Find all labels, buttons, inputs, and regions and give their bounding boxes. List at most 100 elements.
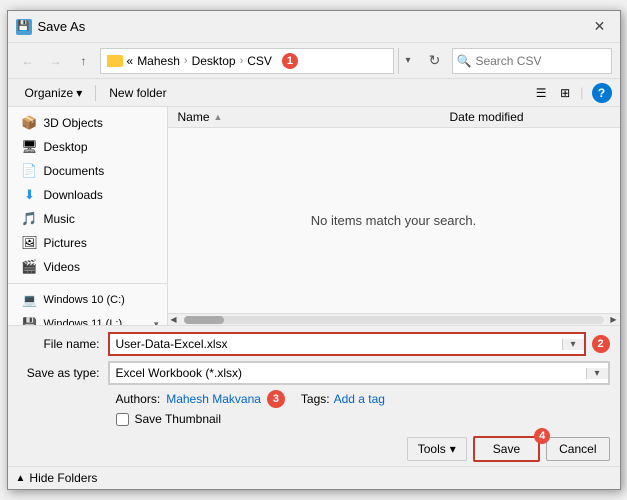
tools-label: Tools — [418, 442, 446, 456]
sidebar-item-3d-objects[interactable]: 📦 3D Objects — [8, 111, 167, 135]
windows10-icon: 💻 — [22, 292, 38, 308]
authors-value[interactable]: Mahesh Makvana — [166, 392, 261, 406]
column-date[interactable]: Date modified — [450, 110, 610, 124]
scroll-right-arrow[interactable]: ▶ — [608, 314, 620, 326]
sort-icon: ▲ — [214, 112, 223, 122]
3d-objects-icon: 📦 — [22, 115, 38, 131]
videos-icon: 🎬 — [22, 259, 38, 275]
scrollbar-track[interactable] — [184, 316, 604, 324]
pictures-icon: 🖼 — [22, 235, 38, 251]
folder-icon — [107, 55, 123, 67]
desktop-icon: 🖥 — [22, 139, 38, 155]
sidebar-label-downloads: Downloads — [44, 188, 103, 202]
thumbnail-checkbox[interactable] — [116, 413, 129, 426]
main-content: 📦 3D Objects 🖥 Desktop 📄 Documents ⬇ Dow… — [8, 107, 620, 325]
sidebar-item-videos[interactable]: 🎬 Videos — [8, 255, 167, 279]
sidebar-label-music: Music — [44, 212, 75, 226]
save-button[interactable]: Save — [473, 436, 540, 462]
column-name-label: Name — [178, 110, 210, 124]
sidebar-item-documents[interactable]: 📄 Documents — [8, 159, 167, 183]
thumbnail-row: Save Thumbnail — [18, 412, 610, 426]
search-input[interactable] — [475, 54, 627, 68]
horizontal-scrollbar[interactable]: ◀ ▶ — [168, 313, 620, 325]
help-button[interactable]: ? — [592, 83, 612, 103]
view-grid-button[interactable]: ⊞ — [554, 82, 576, 104]
organize-button[interactable]: Organize ▾ — [16, 83, 92, 103]
dialog-icon: 💾 — [16, 19, 32, 35]
scrollbar-thumb[interactable] — [184, 316, 224, 324]
tools-chevron: ▾ — [450, 442, 456, 456]
view-separator: | — [580, 85, 583, 100]
close-button[interactable]: ✕ — [588, 15, 612, 39]
filetype-row: Save as type: ▾ — [18, 361, 610, 385]
badge-3: 3 — [267, 390, 285, 408]
hide-folders-bar[interactable]: ▲ Hide Folders — [8, 466, 620, 489]
filename-dropdown-button[interactable]: ▾ — [562, 339, 584, 350]
breadcrumb-csv: CSV — [247, 54, 272, 68]
up-button[interactable]: ↑ — [72, 49, 96, 73]
downloads-icon: ⬇ — [22, 187, 38, 203]
filename-label: File name: — [18, 337, 108, 351]
breadcrumb-sep1: › — [184, 55, 188, 67]
filetype-input-wrap: ▾ — [108, 361, 610, 385]
filetype-input[interactable] — [110, 363, 586, 383]
sidebar-item-desktop[interactable]: 🖥 Desktop — [8, 135, 167, 159]
new-folder-button[interactable]: New folder — [100, 83, 175, 103]
sidebar-item-windows10[interactable]: 💻 Windows 10 (C:) — [8, 288, 167, 312]
tools-button[interactable]: Tools ▾ — [407, 437, 467, 461]
add-tag-link[interactable]: Add a tag — [334, 392, 385, 406]
bottom-section: File name: ▾ 2 Save as type: ▾ Authors: … — [8, 325, 620, 466]
file-list: No items match your search. — [168, 128, 620, 313]
search-box[interactable]: 🔍 — [452, 48, 612, 74]
thumbnail-label[interactable]: Save Thumbnail — [135, 412, 222, 426]
sidebar-label-windows11: Windows 11 (L:) — [44, 318, 123, 325]
forward-button[interactable]: → — [44, 49, 68, 73]
dialog-title: Save As — [38, 19, 86, 34]
sidebar-item-music[interactable]: 🎵 Music — [8, 207, 167, 231]
cancel-button[interactable]: Cancel — [546, 437, 609, 461]
title-bar-left: 💾 Save As — [16, 19, 86, 35]
windows11-icon: 💾 — [22, 316, 38, 325]
documents-icon: 📄 — [22, 163, 38, 179]
breadcrumb-dropdown-button[interactable]: ▾ — [398, 48, 418, 74]
sidebar-label-3d-objects: 3D Objects — [44, 116, 103, 130]
refresh-button[interactable]: ↻ — [422, 48, 448, 74]
meta-row: Authors: Mahesh Makvana 3 Tags: Add a ta… — [18, 390, 610, 408]
badge-2: 2 — [592, 335, 610, 353]
music-icon: 🎵 — [22, 211, 38, 227]
column-date-label: Date modified — [450, 110, 524, 124]
breadcrumb-sep2: › — [240, 55, 244, 67]
empty-message: No items match your search. — [311, 213, 476, 228]
hide-folders-label: Hide Folders — [29, 471, 97, 485]
back-button[interactable]: ← — [16, 49, 40, 73]
sidebar-label-documents: Documents — [44, 164, 105, 178]
organize-chevron: ▾ — [76, 86, 82, 100]
breadcrumb-desktop: Desktop — [192, 54, 236, 68]
organize-label: Organize — [25, 86, 74, 100]
sidebar-label-windows10: Windows 10 (C:) — [44, 294, 125, 306]
sidebar-label-videos: Videos — [44, 260, 80, 274]
filename-row: File name: ▾ 2 — [18, 332, 610, 356]
breadcrumb-bar[interactable]: « Mahesh › Desktop › CSV 1 — [100, 48, 394, 74]
sidebar-label-desktop: Desktop — [44, 140, 88, 154]
breadcrumb-part1: « — [127, 54, 134, 68]
sidebar: 📦 3D Objects 🖥 Desktop 📄 Documents ⬇ Dow… — [8, 107, 168, 325]
file-list-header: Name ▲ Date modified — [168, 107, 620, 128]
action-row: Tools ▾ Save 4 Cancel — [18, 432, 610, 462]
scroll-left-arrow[interactable]: ◀ — [168, 314, 180, 326]
filename-input[interactable] — [110, 334, 562, 354]
view-controls: ☰ ⊞ | ? — [530, 82, 611, 104]
sidebar-label-pictures: Pictures — [44, 236, 87, 250]
column-name[interactable]: Name ▲ — [178, 110, 450, 124]
breadcrumb-mahesh: Mahesh — [137, 54, 180, 68]
sidebar-item-downloads[interactable]: ⬇ Downloads — [8, 183, 167, 207]
file-area: Name ▲ Date modified No items match your… — [168, 107, 620, 325]
sidebar-item-windows11[interactable]: 💾 Windows 11 (L:) ▾ — [8, 312, 167, 325]
breadcrumb-badge: 1 — [282, 53, 298, 69]
search-icon: 🔍 — [457, 54, 472, 68]
sidebar-item-pictures[interactable]: 🖼 Pictures — [8, 231, 167, 255]
title-bar: 💾 Save As ✕ — [8, 11, 620, 43]
filetype-dropdown-button[interactable]: ▾ — [586, 368, 608, 379]
hide-folders-chevron: ▲ — [16, 473, 26, 484]
view-list-button[interactable]: ☰ — [530, 82, 552, 104]
